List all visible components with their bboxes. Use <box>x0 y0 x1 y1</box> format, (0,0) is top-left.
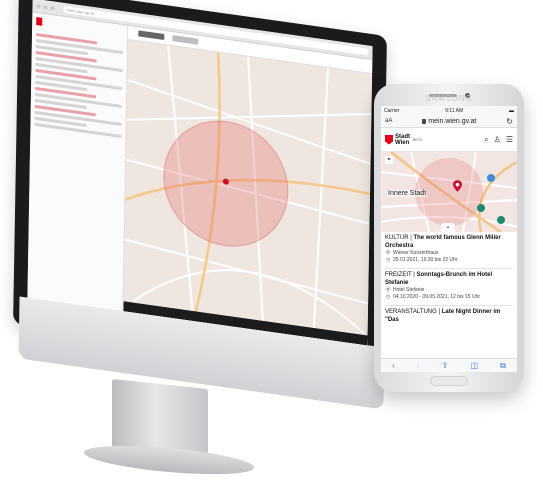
back-icon[interactable]: ‹ <box>392 361 395 370</box>
mobile-map[interactable]: ⌖ Innere Stadt ⌄ <box>381 152 517 232</box>
tab-active[interactable] <box>138 30 165 40</box>
browser-url-bar: aA mein.wien.gv.at ↻ <box>381 115 517 128</box>
desktop-main <box>123 25 373 346</box>
tab[interactable] <box>172 35 199 45</box>
phone-brand: SAMSUNG <box>425 94 473 103</box>
event-category: VERANSTALTUNG | <box>385 309 441 315</box>
event-venue: ⦿ Hotel Stefanie <box>385 287 513 294</box>
status-bar: Carrier 9:11 AM ▬ <box>381 106 517 115</box>
product-mockup: mein.wien.gv.at SAMSUNG Carrier 9:11 AM … <box>0 0 543 485</box>
event-item[interactable]: FREIZEIT | Sonntags-Brunch im Hotel Stef… <box>385 269 513 306</box>
logo-wordmark: Stadt Wien <box>395 134 410 146</box>
logo-line-2: Wien <box>395 139 410 146</box>
event-list: KULTUR | The world famous Glenn Miller O… <box>381 232 517 328</box>
event-date: ◷ 25.01.2021, 19.30 bis 22 Uhr <box>385 257 513 264</box>
event-title: KULTUR | The world famous Glenn Miller O… <box>385 235 513 250</box>
phone-screen: Carrier 9:11 AM ▬ aA mein.wien.gv.at ↻ S… <box>381 106 517 372</box>
event-title: VERANSTALTUNG | Late Night Dinner im "Da… <box>385 309 513 324</box>
lock-icon <box>422 118 427 124</box>
event-category: FREIZEIT | <box>385 272 415 278</box>
bookmarks-icon[interactable]: ◫ <box>470 361 478 370</box>
text-size-button[interactable]: aA <box>385 118 392 124</box>
event-category: KULTUR | <box>385 235 412 241</box>
search-icon[interactable]: ⌕ <box>484 135 488 145</box>
event-date-text: 04.10.2020 - 09.05.2021, 12 bis 15 Uhr <box>393 294 481 300</box>
url-text: mein.wien.gv.at <box>428 117 477 125</box>
battery-icon: ▬ <box>508 107 514 114</box>
window-dot[interactable] <box>43 4 48 10</box>
clock-icon: ◷ <box>385 294 391 300</box>
map-marker-icon[interactable] <box>453 180 462 192</box>
map-district-label: Innere Stadt <box>387 190 428 197</box>
event-venue: ⦿ Wiener Konzerthaus <box>385 250 513 257</box>
event-venue-text: Wiener Konzerthaus <box>393 250 439 256</box>
window-dot[interactable] <box>36 3 41 9</box>
event-item[interactable]: KULTUR | The world famous Glenn Miller O… <box>385 232 513 269</box>
desktop-map-graphic <box>123 39 373 346</box>
smartphone: SAMSUNG Carrier 9:11 AM ▬ aA mein.wien.g… <box>374 84 524 392</box>
desktop-map[interactable] <box>123 39 373 346</box>
beta-badge: BETA <box>413 137 422 142</box>
url-field[interactable]: mein.wien.gv.at <box>422 118 476 125</box>
stadt-wien-logo[interactable]: Stadt Wien BETA <box>385 134 422 146</box>
location-icon: ⦿ <box>385 287 391 293</box>
location-icon: ⦿ <box>385 250 391 256</box>
reload-icon[interactable]: ↻ <box>506 117 513 126</box>
desktop-app <box>27 12 373 346</box>
status-time: 9:11 AM <box>445 107 464 114</box>
event-date-text: 25.01.2021, 19.30 bis 22 Uhr <box>393 257 458 263</box>
home-button[interactable] <box>430 376 468 386</box>
carrier-label: Carrier <box>384 107 400 114</box>
event-item[interactable]: VERANSTALTUNG | Late Night Dinner im "Da… <box>385 306 513 328</box>
stadt-wien-flag-icon <box>36 17 43 26</box>
forward-icon[interactable]: › <box>417 361 420 370</box>
event-venue-text: Hotel Stefanie <box>393 287 425 293</box>
browser-toolbar: ‹ › ⇪ ◫ ⧉ <box>381 358 517 372</box>
location-pin-icon[interactable]: ⌖ <box>385 156 393 164</box>
user-icon[interactable]: ♙ <box>494 135 501 144</box>
app-header: Stadt Wien BETA ⌕ ♙ ☰ <box>381 128 517 152</box>
desktop-screen: mein.wien.gv.at <box>27 0 373 346</box>
share-icon[interactable]: ⇪ <box>442 361 449 370</box>
menu-icon[interactable]: ☰ <box>506 135 513 144</box>
event-title: FREIZEIT | Sonntags-Brunch im Hotel Stef… <box>385 272 513 287</box>
clock-icon: ◷ <box>385 257 391 263</box>
event-date: ◷ 04.10.2020 - 09.05.2021, 12 bis 15 Uhr <box>385 294 513 301</box>
desktop-event-list <box>27 12 129 312</box>
tabs-icon[interactable]: ⧉ <box>500 361 506 371</box>
collapse-map-button[interactable]: ⌄ <box>441 223 455 232</box>
vienna-shield-icon <box>385 134 393 145</box>
window-dot[interactable] <box>50 5 55 11</box>
header-actions: ⌕ ♙ ☰ <box>484 135 513 145</box>
